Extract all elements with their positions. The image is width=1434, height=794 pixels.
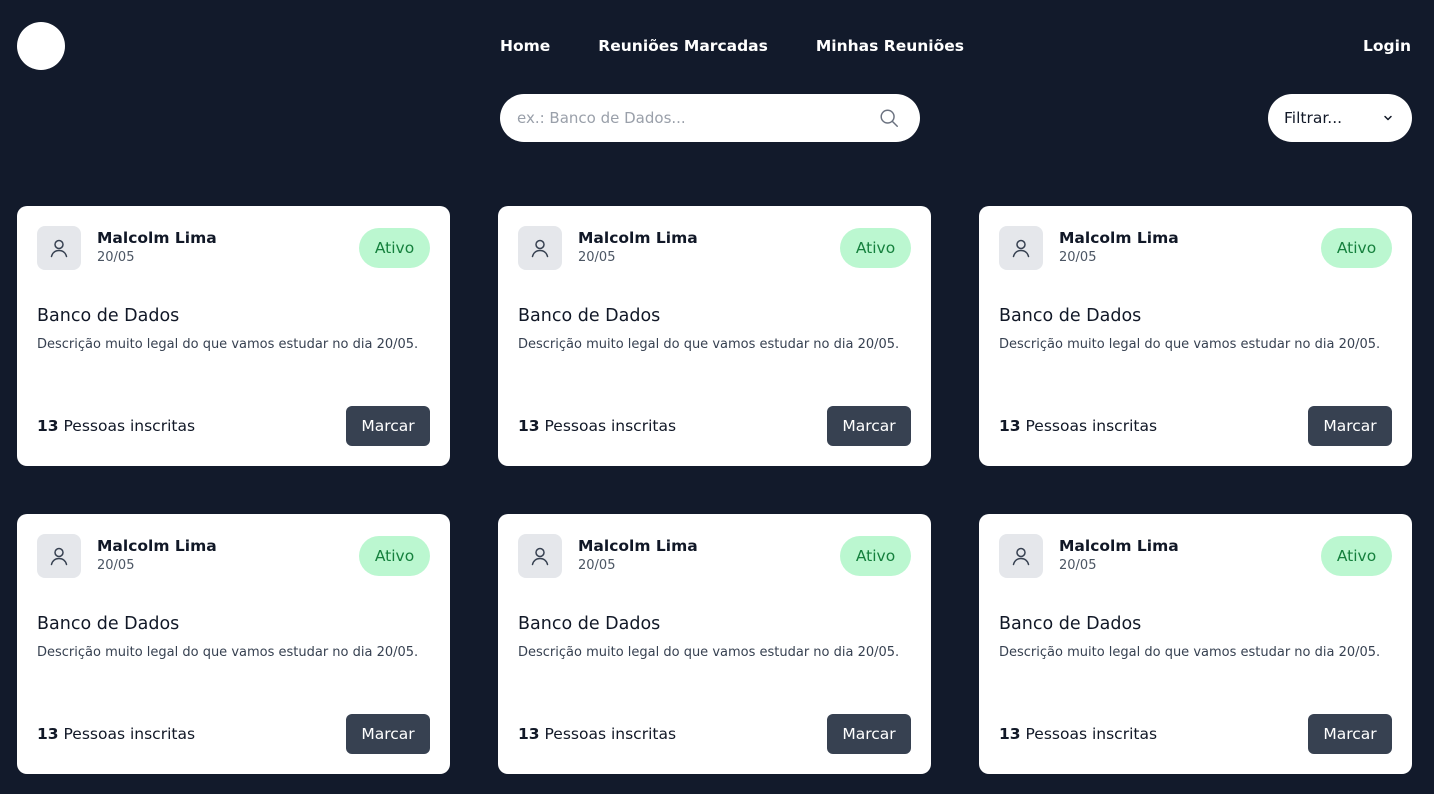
meeting-card: Malcolm Lima 20/05 Ativo Banco de Dados … — [498, 206, 931, 466]
card-footer: 13 Pessoas inscritas Marcar — [518, 406, 911, 446]
meeting-card: Malcolm Lima 20/05 Ativo Banco de Dados … — [17, 206, 450, 466]
subscribers-count: 13 Pessoas inscritas — [999, 725, 1157, 743]
card-footer: 13 Pessoas inscritas Marcar — [999, 406, 1392, 446]
author-info: Malcolm Lima 20/05 — [97, 536, 217, 576]
author-info: Malcolm Lima 20/05 — [578, 536, 698, 576]
card-footer: 13 Pessoas inscritas Marcar — [37, 714, 430, 754]
author-name: Malcolm Lima — [1059, 229, 1179, 247]
avatar — [518, 534, 562, 578]
filter-selected-label: Filtrar... — [1284, 109, 1343, 127]
status-badge: Ativo — [1321, 536, 1392, 576]
marcar-button[interactable]: Marcar — [346, 406, 430, 446]
subscribers-label: Pessoas inscritas — [1020, 417, 1158, 435]
subscribers-number: 13 — [518, 725, 540, 743]
subscribers-label: Pessoas inscritas — [58, 417, 196, 435]
subscribers-label: Pessoas inscritas — [1020, 725, 1158, 743]
subscribers-number: 13 — [999, 725, 1021, 743]
user-icon — [47, 544, 71, 568]
avatar — [518, 226, 562, 270]
card-footer: 13 Pessoas inscritas Marcar — [37, 406, 430, 446]
meeting-card: Malcolm Lima 20/05 Ativo Banco de Dados … — [498, 514, 931, 774]
marcar-button[interactable]: Marcar — [1308, 406, 1392, 446]
meeting-description: Descrição muito legal do que vamos estud… — [999, 645, 1381, 660]
subscribers-label: Pessoas inscritas — [58, 725, 196, 743]
meeting-description: Descrição muito legal do que vamos estud… — [37, 645, 419, 660]
meeting-date: 20/05 — [1059, 250, 1097, 265]
search-input[interactable] — [517, 109, 878, 127]
meeting-title: Banco de Dados — [37, 614, 180, 634]
meeting-date: 20/05 — [97, 250, 135, 265]
subscribers-number: 13 — [518, 417, 540, 435]
status-badge: Ativo — [359, 228, 430, 268]
search-icon[interactable] — [878, 107, 900, 129]
subscribers-count: 13 Pessoas inscritas — [518, 417, 676, 435]
card-footer: 13 Pessoas inscritas Marcar — [999, 714, 1392, 754]
subscribers-count: 13 Pessoas inscritas — [518, 725, 676, 743]
user-icon — [528, 236, 552, 260]
nav-reunioes-marcadas-link[interactable]: Reuniões Marcadas — [598, 36, 768, 56]
meeting-description: Descrição muito legal do que vamos estud… — [518, 645, 900, 660]
marcar-button[interactable]: Marcar — [1308, 714, 1392, 754]
avatar — [37, 534, 81, 578]
author-info: Malcolm Lima 20/05 — [1059, 536, 1179, 576]
author-name: Malcolm Lima — [97, 229, 217, 247]
meeting-card: Malcolm Lima 20/05 Ativo Banco de Dados … — [979, 514, 1412, 774]
author-name: Malcolm Lima — [578, 229, 698, 247]
user-icon — [1009, 544, 1033, 568]
meeting-description: Descrição muito legal do que vamos estud… — [518, 337, 900, 352]
search-bar — [500, 94, 920, 142]
author-name: Malcolm Lima — [1059, 537, 1179, 555]
status-badge: Ativo — [1321, 228, 1392, 268]
card-footer: 13 Pessoas inscritas Marcar — [518, 714, 911, 754]
main-nav: Home Reuniões Marcadas Minhas Reuniões — [500, 36, 964, 56]
subscribers-number: 13 — [37, 417, 59, 435]
subscribers-number: 13 — [999, 417, 1021, 435]
nav-minhas-reunioes-link[interactable]: Minhas Reuniões — [816, 36, 964, 56]
author-info: Malcolm Lima 20/05 — [578, 228, 698, 268]
marcar-button[interactable]: Marcar — [827, 406, 911, 446]
user-icon — [528, 544, 552, 568]
status-badge: Ativo — [359, 536, 430, 576]
marcar-button[interactable]: Marcar — [346, 714, 430, 754]
marcar-button[interactable]: Marcar — [827, 714, 911, 754]
author-info: Malcolm Lima 20/05 — [97, 228, 217, 268]
avatar — [37, 226, 81, 270]
status-badge: Ativo — [840, 228, 911, 268]
login-link[interactable]: Login — [1363, 36, 1411, 56]
author-name: Malcolm Lima — [97, 537, 217, 555]
meeting-date: 20/05 — [1059, 558, 1097, 573]
meeting-card: Malcolm Lima 20/05 Ativo Banco de Dados … — [979, 206, 1412, 466]
logo[interactable] — [17, 22, 65, 70]
meeting-title: Banco de Dados — [518, 306, 661, 326]
meeting-description: Descrição muito legal do que vamos estud… — [999, 337, 1381, 352]
status-badge: Ativo — [840, 536, 911, 576]
author-name: Malcolm Lima — [578, 537, 698, 555]
meeting-date: 20/05 — [578, 558, 616, 573]
meeting-title: Banco de Dados — [999, 306, 1142, 326]
meetings-grid: Malcolm Lima 20/05 Ativo Banco de Dados … — [17, 206, 1412, 774]
meeting-title: Banco de Dados — [999, 614, 1142, 634]
user-icon — [47, 236, 71, 260]
meeting-title: Banco de Dados — [37, 306, 180, 326]
author-info: Malcolm Lima 20/05 — [1059, 228, 1179, 268]
nav-home-link[interactable]: Home — [500, 36, 550, 56]
subscribers-count: 13 Pessoas inscritas — [999, 417, 1157, 435]
meeting-card: Malcolm Lima 20/05 Ativo Banco de Dados … — [17, 514, 450, 774]
subscribers-count: 13 Pessoas inscritas — [37, 725, 195, 743]
avatar — [999, 534, 1043, 578]
subscribers-label: Pessoas inscritas — [539, 725, 677, 743]
meeting-date: 20/05 — [97, 558, 135, 573]
subscribers-label: Pessoas inscritas — [539, 417, 677, 435]
avatar — [999, 226, 1043, 270]
meeting-date: 20/05 — [578, 250, 616, 265]
user-icon — [1009, 236, 1033, 260]
chevron-down-icon — [1382, 112, 1394, 124]
filter-select[interactable]: Filtrar... — [1268, 94, 1412, 142]
subscribers-count: 13 Pessoas inscritas — [37, 417, 195, 435]
subscribers-number: 13 — [37, 725, 59, 743]
meeting-title: Banco de Dados — [518, 614, 661, 634]
meeting-description: Descrição muito legal do que vamos estud… — [37, 337, 419, 352]
